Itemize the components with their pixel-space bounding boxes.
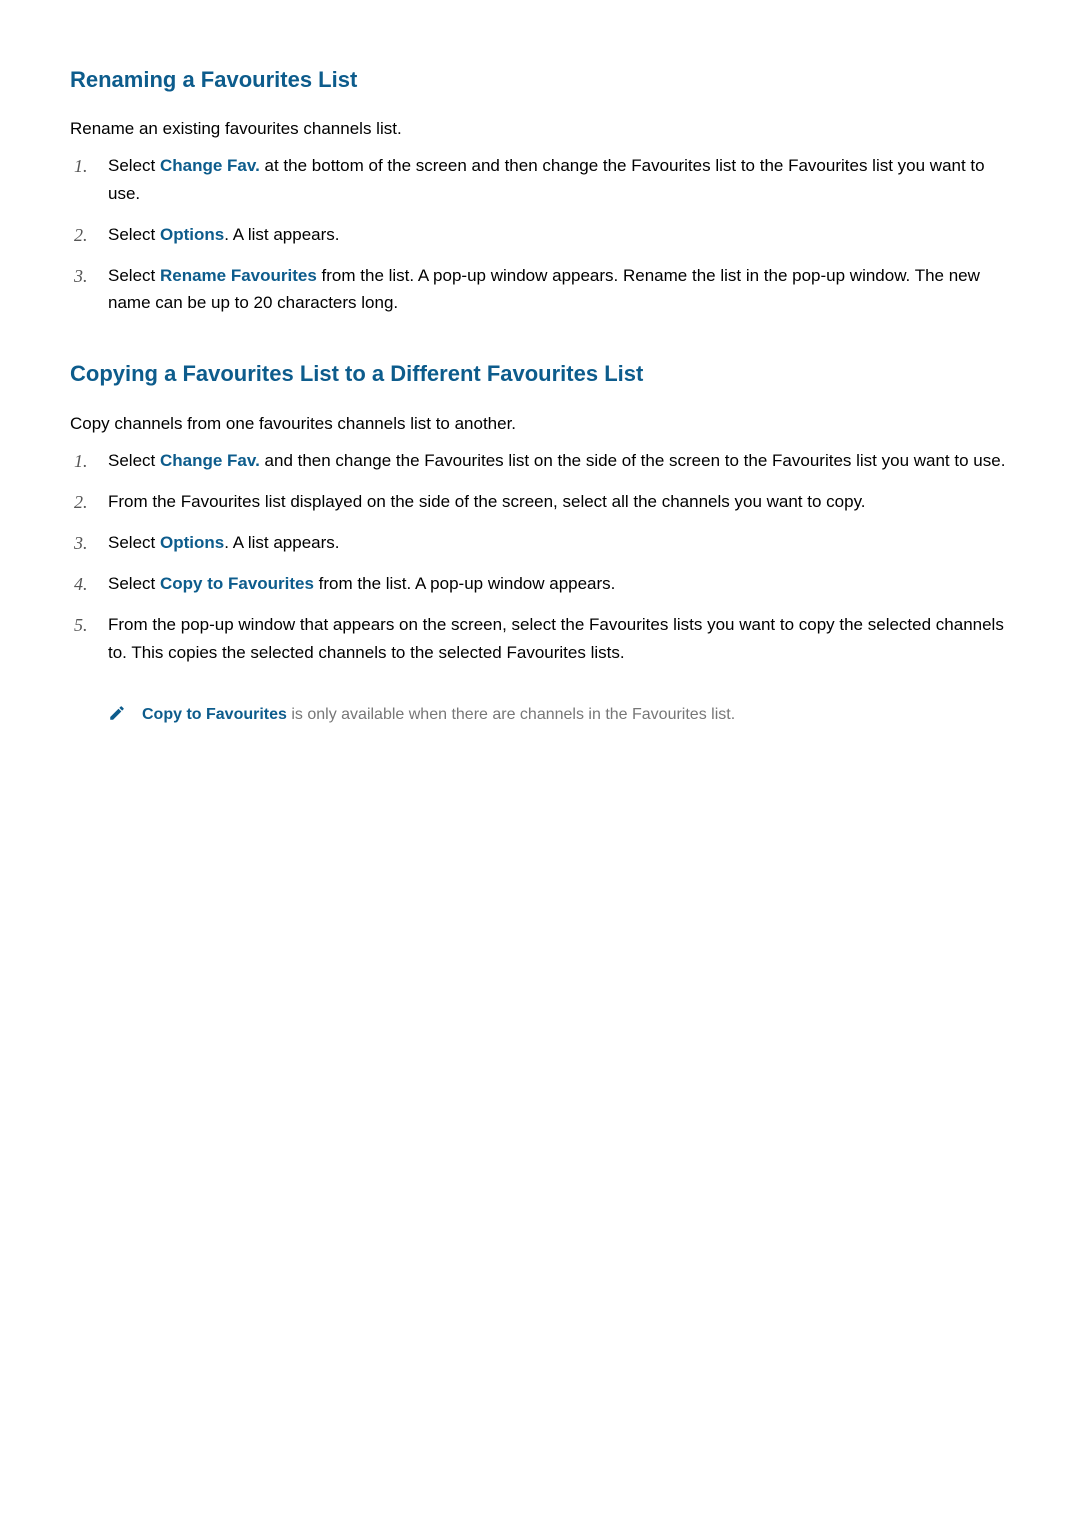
step-text-post: From the pop-up window that appears on t… (108, 615, 1004, 661)
step-text-pre: Select (108, 266, 160, 285)
step-item: 2. Select Options. A list appears. (108, 221, 1010, 248)
pencil-icon (108, 704, 126, 722)
step-highlight: Options (160, 533, 224, 552)
step-number: 3. (74, 262, 88, 291)
step-text-pre: Select (108, 574, 160, 593)
step-item: 3. Select Rename Favourites from the lis… (108, 262, 1010, 316)
note-highlight: Copy to Favourites (142, 706, 287, 723)
heading-copying: Copying a Favourites List to a Different… (70, 356, 1010, 391)
step-number: 4. (74, 570, 88, 599)
step-number: 2. (74, 488, 88, 517)
step-number: 3. (74, 529, 88, 558)
note-text: is only available when there are channel… (287, 706, 735, 723)
step-item: 4. Select Copy to Favourites from the li… (108, 570, 1010, 597)
section-copying: Copying a Favourites List to a Different… (70, 356, 1010, 727)
step-number: 5. (74, 611, 88, 640)
intro-renaming: Rename an existing favourites channels l… (70, 115, 1010, 142)
step-text-post: From the Favourites list displayed on th… (108, 492, 866, 511)
steps-renaming: 1. Select Change Fav. at the bottom of t… (70, 152, 1010, 316)
step-item: 5. From the pop-up window that appears o… (108, 611, 1010, 665)
step-highlight: Options (160, 225, 224, 244)
step-highlight: Change Fav. (160, 156, 260, 175)
step-text-post: . A list appears. (224, 533, 339, 552)
note: Copy to Favourites is only available whe… (108, 702, 1010, 728)
step-text-pre: Select (108, 533, 160, 552)
step-number: 2. (74, 221, 88, 250)
heading-renaming: Renaming a Favourites List (70, 62, 1010, 97)
step-highlight: Rename Favourites (160, 266, 317, 285)
step-text-post: and then change the Favourites list on t… (260, 451, 1006, 470)
steps-copying: 1. Select Change Fav. and then change th… (70, 447, 1010, 666)
step-highlight: Change Fav. (160, 451, 260, 470)
step-text-post: from the list. A pop-up window appears. (314, 574, 615, 593)
step-text-post: . A list appears. (224, 225, 339, 244)
step-item: 3. Select Options. A list appears. (108, 529, 1010, 556)
step-text-pre: Select (108, 156, 160, 175)
step-text-pre: Select (108, 225, 160, 244)
intro-copying: Copy channels from one favourites channe… (70, 410, 1010, 437)
section-renaming: Renaming a Favourites List Rename an exi… (70, 62, 1010, 316)
step-number: 1. (74, 152, 88, 181)
step-item: 1. Select Change Fav. at the bottom of t… (108, 152, 1010, 206)
step-item: 1. Select Change Fav. and then change th… (108, 447, 1010, 474)
step-text-pre: Select (108, 451, 160, 470)
step-highlight: Copy to Favourites (160, 574, 314, 593)
step-item: 2. From the Favourites list displayed on… (108, 488, 1010, 515)
step-number: 1. (74, 447, 88, 476)
